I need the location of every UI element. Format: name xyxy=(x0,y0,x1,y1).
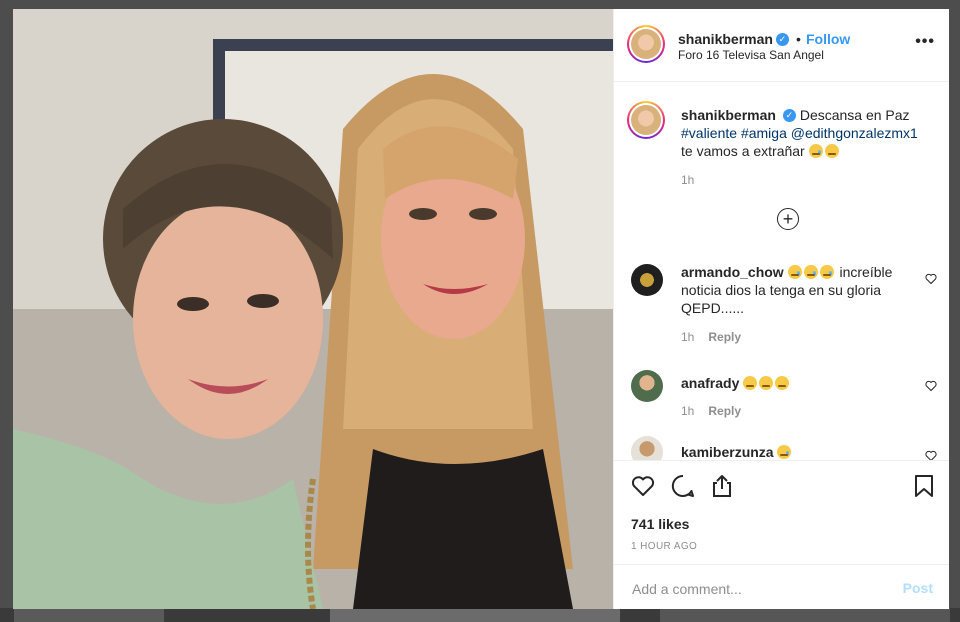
hashtag-link[interactable]: #amiga xyxy=(741,125,787,141)
post-actions: 741 likes 1 HOUR AGO Post xyxy=(614,460,949,610)
comment-username[interactable]: anafrady xyxy=(681,375,739,391)
comment-username[interactable]: armando_chow xyxy=(681,264,784,280)
caption-username[interactable]: shanikberman xyxy=(681,107,776,123)
reply-button[interactable]: Reply xyxy=(708,404,741,418)
comments-list[interactable]: shanikberman ✓ Descansa en Paz #valiente … xyxy=(614,82,949,460)
post-photo-illustration xyxy=(13,9,613,609)
caption-text: shanikberman ✓ Descansa en Paz #valiente … xyxy=(681,106,936,160)
share-icon[interactable] xyxy=(709,473,735,499)
bookmark-icon[interactable] xyxy=(911,473,937,499)
post-header: shanikberman ✓ • Follow Foro 16 Televisa … xyxy=(614,9,949,82)
crying-emoji-icon xyxy=(787,265,802,279)
backdrop-thumbnail xyxy=(14,608,164,622)
verified-badge-icon: ✓ xyxy=(782,108,796,122)
likes-count[interactable]: 741 likes xyxy=(631,516,689,532)
comment-input[interactable] xyxy=(630,578,884,600)
comment-timestamp[interactable]: 1h xyxy=(681,404,694,418)
avatar[interactable] xyxy=(631,370,663,402)
caption-line: te vamos a extrañar xyxy=(681,143,805,159)
crying-emoji-icon xyxy=(803,265,818,279)
reply-button[interactable]: Reply xyxy=(708,330,741,344)
post-photo[interactable] xyxy=(13,9,613,609)
crying-emoji-icon xyxy=(819,265,834,279)
heart-icon[interactable] xyxy=(925,273,937,285)
sad-emoji-icon xyxy=(759,376,774,390)
comment-text: anafrady xyxy=(681,374,921,392)
avatar[interactable] xyxy=(627,101,665,139)
hashtag-link[interactable]: #valiente xyxy=(681,125,737,141)
verified-badge-icon: ✓ xyxy=(775,32,789,46)
sad-emoji-icon xyxy=(743,376,758,390)
comment-text: kamiberzunza xyxy=(681,443,921,460)
heart-icon[interactable] xyxy=(925,380,937,392)
username-link[interactable]: shanikberman ✓ xyxy=(678,31,789,47)
sad-emoji-icon xyxy=(824,144,839,158)
heart-icon[interactable] xyxy=(630,473,656,499)
load-more-comments-icon[interactable]: + xyxy=(777,208,799,230)
location-link[interactable]: Foro 16 Televisa San Angel xyxy=(678,48,824,62)
crying-emoji-icon xyxy=(808,144,823,158)
caption-timestamp[interactable]: 1h xyxy=(681,173,694,187)
comment-text: armando_chow increíble noticia dios la t… xyxy=(681,264,893,316)
avatar[interactable] xyxy=(631,264,663,296)
post-timestamp[interactable]: 1 HOUR AGO xyxy=(631,541,697,552)
comment-meta: 1h Reply xyxy=(681,330,741,344)
post-details-panel: shanikberman ✓ • Follow Foro 16 Televisa … xyxy=(613,9,949,609)
separator-dot: • xyxy=(796,31,801,47)
comment-icon[interactable] xyxy=(670,473,696,499)
more-options-icon[interactable]: ••• xyxy=(915,33,935,51)
comment-timestamp[interactable]: 1h xyxy=(681,330,694,344)
crying-emoji-icon xyxy=(777,445,792,459)
heart-icon[interactable] xyxy=(925,450,937,460)
comment-username[interactable]: kamiberzunza xyxy=(681,444,774,460)
post-button[interactable]: Post xyxy=(903,580,933,596)
sad-emoji-icon xyxy=(775,376,790,390)
follow-button[interactable]: Follow xyxy=(806,31,850,47)
backdrop-thumbnail xyxy=(330,608,620,622)
avatar[interactable] xyxy=(627,25,665,63)
caption-line: Descansa en Paz xyxy=(799,107,910,123)
add-comment-bar: Post xyxy=(614,564,949,611)
comment-meta: 1h Reply xyxy=(681,404,741,418)
mention-link[interactable]: @edithgonzalezmx1 xyxy=(791,125,918,141)
avatar[interactable] xyxy=(631,436,663,460)
